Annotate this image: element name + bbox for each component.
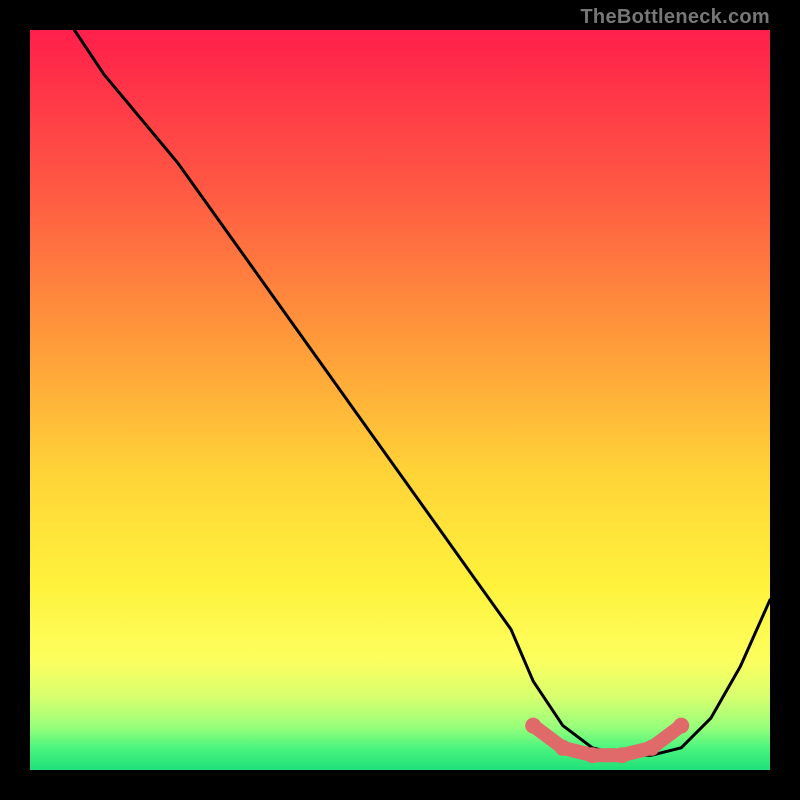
credit-label: TheBottleneck.com [580, 6, 770, 29]
optimal-band-point [584, 747, 600, 763]
plot-area [30, 30, 770, 770]
chart-svg [30, 30, 770, 770]
bottleneck-curve [74, 30, 770, 755]
optimal-band-point [525, 718, 541, 734]
optimal-band-point [555, 740, 571, 756]
optimal-band-point [614, 747, 630, 763]
optimal-band-point [673, 718, 689, 734]
optimal-band-point [644, 740, 660, 756]
chart-frame: TheBottleneck.com [0, 0, 800, 800]
